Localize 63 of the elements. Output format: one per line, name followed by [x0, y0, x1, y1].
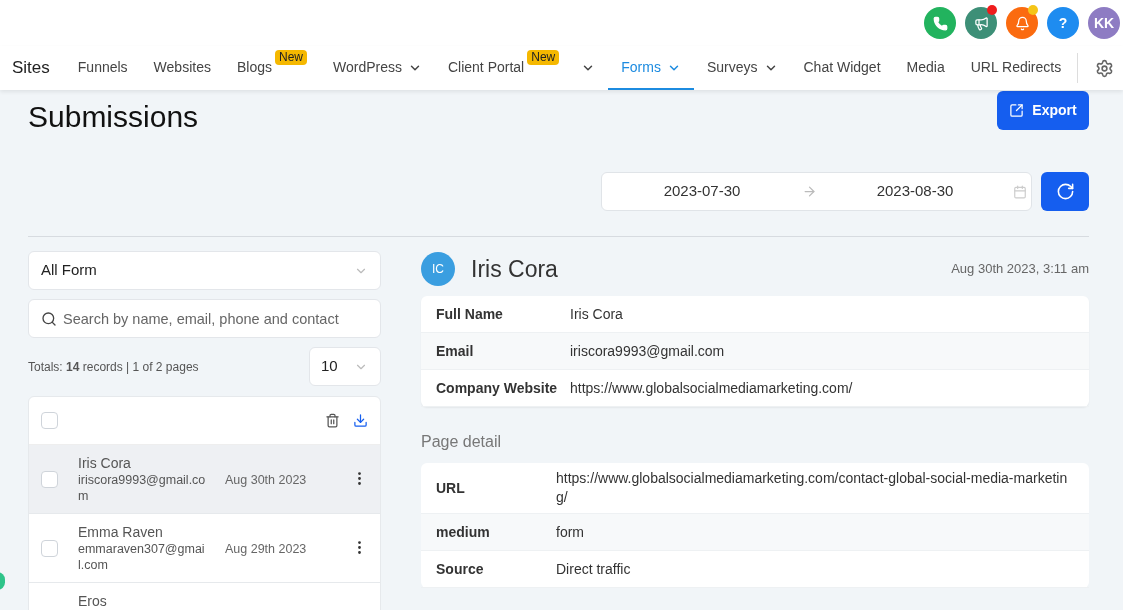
- field-value: Iris Cora: [570, 304, 623, 324]
- trash-icon[interactable]: [325, 413, 340, 428]
- contact-email: iriscora9993@gmail.com: [78, 472, 207, 504]
- field-value: https://www.globalsocialmediamarketing.com/contact-global-social-media-marketing/: [556, 469, 1069, 507]
- nav-tab[interactable]: Blogs New: [223, 46, 320, 90]
- contact-name: Iris Cora: [78, 454, 132, 472]
- contact-title: Iris Cora: [471, 254, 558, 284]
- submission-date: Aug 29th 2023: [225, 541, 307, 558]
- field-value: https://www.globalsocialmediamarketing.com/: [570, 378, 853, 398]
- field-value: form: [556, 522, 584, 542]
- submission-row[interactable]: Iris Cora iriscora9993@gmail.com Aug 30th 2023: [29, 445, 380, 514]
- field-value: iriscora9993@gmail.com: [570, 341, 725, 361]
- export-icon: [1009, 103, 1025, 118]
- field-label: Email: [436, 341, 475, 361]
- calendar-icon: [1013, 184, 1027, 199]
- nav-tab[interactable]: Surveys: [693, 46, 791, 90]
- date-range-field[interactable]: 2023-07-30 2023-08-30: [601, 172, 1032, 211]
- contact-email: emmaraven307@gmail.com: [78, 541, 206, 573]
- page-size-select[interactable]: 10: [309, 347, 381, 386]
- download-icon[interactable]: [353, 413, 368, 428]
- bell-button[interactable]: [1006, 7, 1038, 39]
- page-title: Submissions: [28, 99, 199, 135]
- new-badge: New: [274, 50, 307, 65]
- nav-tab[interactable]: Websites: [140, 46, 224, 90]
- nav-tab[interactable]: Client Portal New: [434, 46, 609, 90]
- contact-name: Emma Raven: [78, 523, 164, 541]
- nav-tab[interactable]: Chat Widget: [790, 46, 894, 90]
- avatar-button[interactable]: KK: [1088, 7, 1120, 39]
- new-badge: New: [527, 50, 560, 65]
- settings-icon[interactable]: [1095, 58, 1115, 78]
- nav-tab[interactable]: Funnels: [64, 46, 141, 90]
- nav-tab[interactable]: URL Redirects: [957, 46, 1075, 90]
- field-label: Source: [436, 559, 485, 579]
- export-button[interactable]: Export: [997, 91, 1089, 130]
- nav-tab[interactable]: Forms: [608, 46, 694, 90]
- contact-avatar: IC: [421, 252, 455, 286]
- submission-date: Aug 30th 2023: [225, 472, 307, 489]
- totals-text: Totals: 14 records | 1 of 2 pages: [28, 358, 199, 376]
- checkbox[interactable]: [41, 412, 58, 429]
- section-title: Sites: [12, 57, 50, 80]
- field-label: Company Website: [436, 378, 559, 398]
- submission-timestamp: Aug 30th 2023, 3:11 am: [951, 260, 1089, 279]
- arrow-right-icon: [802, 184, 817, 199]
- field-label: Full Name: [436, 304, 504, 324]
- megaphone-button[interactable]: [965, 7, 997, 39]
- field-value: Direct traffic: [556, 559, 631, 579]
- phone-button[interactable]: [924, 7, 956, 39]
- section-heading: Page detail: [421, 432, 503, 452]
- contact-name: Eros: [78, 592, 108, 610]
- field-label: URL: [436, 478, 466, 498]
- bell-icon: [1014, 15, 1030, 31]
- search-field[interactable]: Search by name, email, phone and contact: [28, 299, 381, 338]
- form-select[interactable]: All Form: [28, 251, 381, 290]
- refresh-button[interactable]: [1041, 172, 1089, 211]
- phone-icon: [932, 15, 948, 31]
- checkbox[interactable]: [41, 540, 58, 557]
- field-label: medium: [436, 522, 491, 542]
- checkbox[interactable]: [41, 471, 58, 488]
- refresh-icon: [1055, 182, 1075, 201]
- megaphone-icon: [973, 15, 989, 31]
- nav-tab[interactable]: Media: [893, 46, 958, 90]
- nav-tab[interactable]: WordPress: [320, 46, 435, 90]
- search-icon: [41, 311, 57, 327]
